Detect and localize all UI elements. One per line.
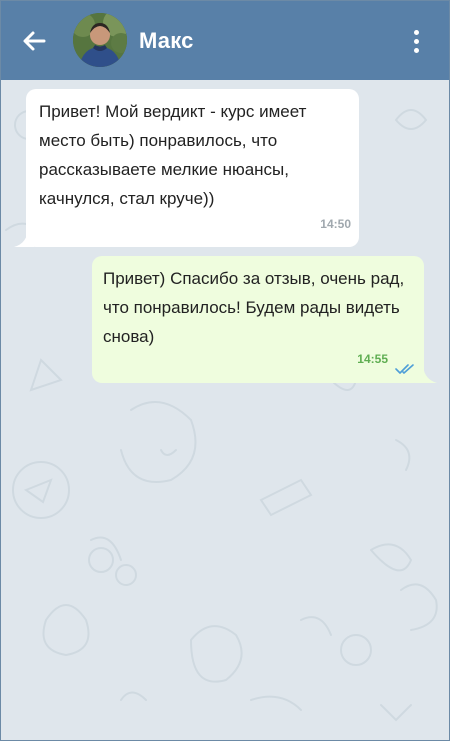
avatar-photo <box>73 13 127 67</box>
back-button[interactable] <box>19 27 49 55</box>
chat-header: Макс <box>1 1 449 80</box>
message-time: 14:55 <box>357 352 388 366</box>
more-vertical-icon-dot <box>413 38 419 44</box>
more-vertical-icon-dot <box>413 47 419 53</box>
more-vertical-icon <box>413 29 419 35</box>
message-text: Привет) Спасибо за отзыв, очень рад, что… <box>103 269 405 346</box>
contact-name[interactable]: Макс <box>139 28 194 54</box>
incoming-message[interactable]: Привет! Мой вердикт - курс имеет место б… <box>26 89 359 247</box>
more-menu-button[interactable] <box>401 25 431 57</box>
chat-window: Макс Привет! Мой вердикт - курс имеет ме… <box>0 0 450 741</box>
message-text: Привет! Мой вердикт - курс имеет место б… <box>39 102 307 208</box>
message-time: 14:50 <box>320 217 351 231</box>
avatar[interactable] <box>73 13 127 67</box>
arrow-left-icon <box>23 31 46 51</box>
outgoing-message[interactable]: Привет) Спасибо за отзыв, очень рад, что… <box>92 256 424 383</box>
double-check-icon <box>395 364 414 374</box>
